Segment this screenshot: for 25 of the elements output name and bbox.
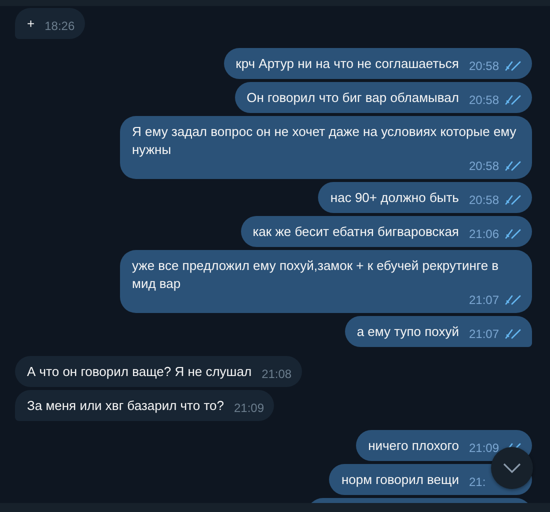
message-time: 20:58 bbox=[468, 159, 499, 173]
message-text: А что он говорил ваще? Я не слушал bbox=[27, 363, 252, 381]
message-text: Я ему задал вопрос он не хочет даже на условиях которые ему нужны bbox=[132, 123, 518, 159]
message-time: 18:26 bbox=[44, 19, 75, 33]
message-time: 21:08 bbox=[262, 367, 292, 381]
message-text: нас 90+ должно быть bbox=[330, 189, 459, 207]
message-time: 21:06 bbox=[468, 227, 499, 241]
message-time: 21:07 bbox=[468, 327, 499, 341]
message-text: + bbox=[27, 15, 35, 33]
message-time: 21:07 bbox=[468, 293, 499, 307]
message-time: 21:09 bbox=[468, 441, 499, 455]
message-time: 20:58 bbox=[468, 93, 499, 107]
message-text: уже все предложил ему похуй,замок + к ебучей рекрутинге в мид вар bbox=[132, 257, 500, 293]
chevron-down-icon bbox=[503, 463, 521, 473]
message-time: 20:58 bbox=[468, 59, 499, 73]
message-text: Он говорил что биг вар обламывал bbox=[246, 89, 459, 107]
message-text: норм говорил вещи bbox=[341, 471, 459, 489]
message-time: 21:09 bbox=[234, 401, 264, 415]
message-time: 21: bbox=[469, 475, 486, 489]
message-text: как же бесит ебатня бигваровская bbox=[252, 223, 459, 241]
message-time: 20:58 bbox=[468, 193, 499, 207]
message-text: а ему тупо похуй bbox=[356, 323, 459, 341]
message-text: За меня или хвг базарил что то? bbox=[27, 397, 224, 415]
message-text: крч Артур ни на что не соглашаеться bbox=[236, 55, 459, 73]
message-text: ничего плохого bbox=[368, 437, 459, 455]
